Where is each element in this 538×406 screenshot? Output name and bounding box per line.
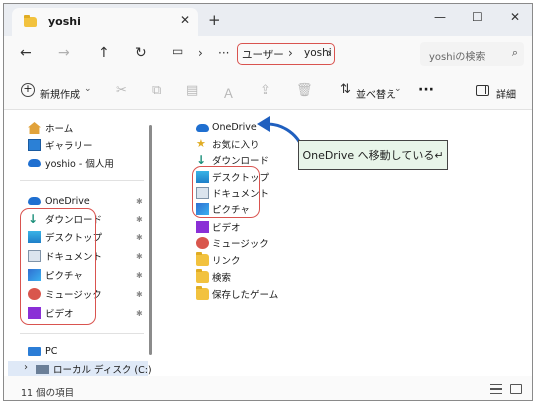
callout-text: OneDrive へ移動している↵: [302, 149, 444, 162]
annotation-callout: OneDrive へ移動している↵: [298, 140, 448, 170]
tiles-view-icon[interactable]: [510, 384, 522, 394]
status-bar: 11 個の項目: [4, 376, 532, 400]
annotation-arrow: [257, 116, 306, 155]
explorer-window: yoshi ✕ + — ☐ ✕ ← → ↑ ↻ ▭ › ··· ユーザー › y…: [3, 3, 533, 401]
item-count: 11 個の項目: [21, 388, 75, 399]
details-view-icon[interactable]: [490, 384, 502, 394]
